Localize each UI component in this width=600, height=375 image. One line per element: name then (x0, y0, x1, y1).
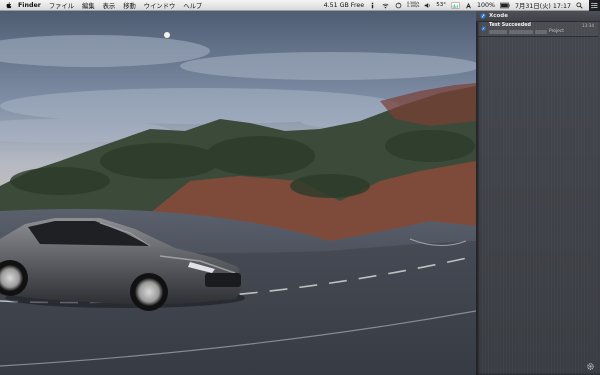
clock-status[interactable]: 7月31日(火) 17:17 (515, 1, 571, 10)
xcode-hammer-icon (480, 13, 486, 19)
sync-icon[interactable] (395, 1, 402, 9)
menu-help[interactable]: ヘルプ (183, 1, 202, 10)
menu-go[interactable]: 移動 (123, 1, 136, 10)
redacted-text (535, 29, 547, 34)
cpu-graph-icon[interactable] (451, 1, 460, 9)
info-icon[interactable] (369, 2, 376, 9)
desktop-wallpaper (0, 11, 476, 375)
notification-center-button[interactable] (589, 0, 600, 11)
status-menus: 4.51 GB Free 0.5KB/s 0.1KB/s 53° 100% 7月… (319, 0, 600, 11)
spotlight-icon[interactable] (576, 1, 583, 9)
menu-file[interactable]: ファイル (49, 1, 74, 10)
redacted-text (489, 29, 507, 34)
volume-icon[interactable] (424, 2, 431, 9)
network-speed-status[interactable]: 0.5KB/s 0.1KB/s (407, 1, 420, 8)
notification-center-icon (591, 2, 598, 8)
notification-body: Project (489, 29, 564, 34)
moon (164, 32, 170, 38)
app-menu-finder[interactable]: Finder (18, 2, 41, 9)
notification-app-header[interactable]: Xcode (476, 11, 600, 22)
wallpaper-image (0, 11, 476, 375)
battery-icon (500, 2, 510, 8)
temperature-status[interactable]: 53° (436, 2, 446, 8)
menu-bar: Finder ファイル 編集 表示 移動 ウインドウ ヘルプ 4.51 GB F… (0, 0, 600, 11)
car-front-wheel (135, 278, 163, 306)
notification-center-panel: Xcode Test Succeeded 13:34 Project (476, 11, 600, 375)
menu-window[interactable]: ウインドウ (144, 1, 175, 10)
battery-status[interactable]: 100% (477, 2, 495, 9)
net-download-speed: 0.1KB/s (407, 4, 420, 8)
xcode-app-icon (481, 26, 486, 31)
notification-item[interactable]: Test Succeeded 13:34 Project (478, 22, 598, 37)
notification-app-title: Xcode (489, 13, 508, 19)
menu-edit[interactable]: 編集 (82, 1, 95, 10)
notification-body-project: Project (549, 29, 565, 34)
car-grille (205, 273, 241, 287)
notification-title: Test Succeeded (489, 23, 531, 28)
gear-icon[interactable] (586, 362, 595, 371)
apple-logo-icon[interactable] (6, 1, 12, 9)
menu-view[interactable]: 表示 (103, 1, 116, 10)
redacted-text (509, 29, 533, 34)
wifi-icon[interactable] (381, 2, 390, 9)
disk-free-status[interactable]: 4.51 GB Free (324, 2, 365, 9)
xcode-menu-icon[interactable] (465, 2, 472, 9)
notification-time: 13:34 (581, 23, 594, 28)
